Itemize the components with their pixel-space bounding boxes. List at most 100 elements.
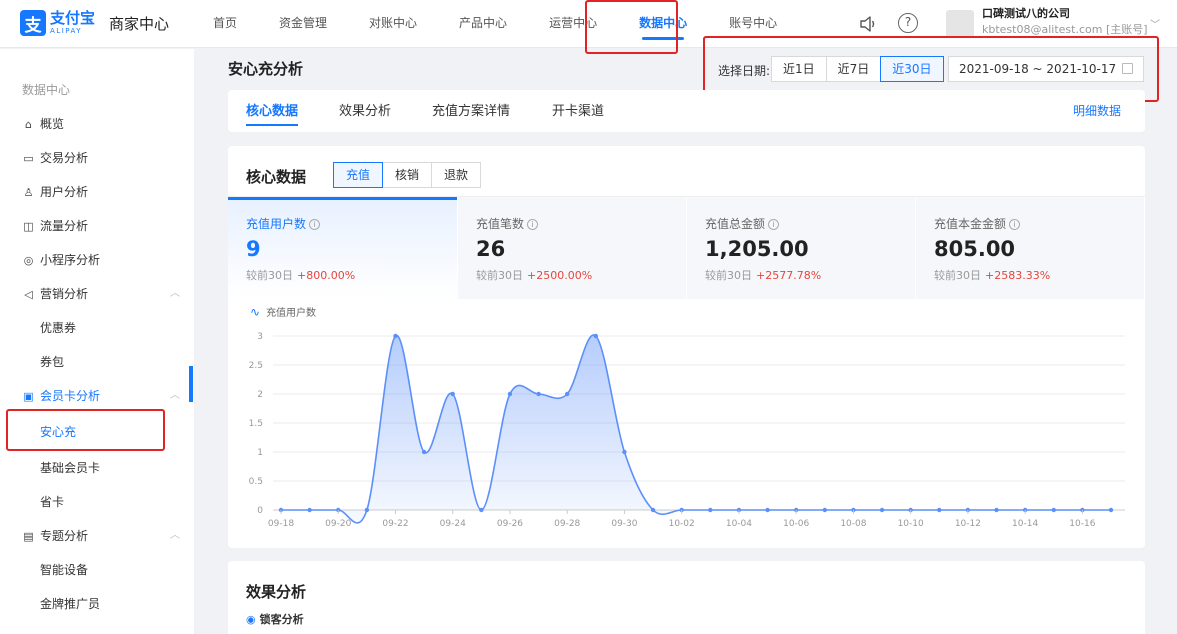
speaker-icon[interactable] xyxy=(858,14,878,34)
data-point xyxy=(937,507,942,513)
chart-icon: ◫ xyxy=(23,220,34,233)
sidebar-item-basic-card[interactable]: 基础会员卡 xyxy=(0,451,194,485)
data-point xyxy=(1108,507,1114,513)
sidebar-item-anxinchong[interactable]: 安心充 xyxy=(0,415,194,449)
info-icon[interactable]: i xyxy=(309,219,321,230)
data-point xyxy=(1051,507,1056,513)
nav-home[interactable]: 首页 xyxy=(200,0,250,48)
sidebar-item-membership[interactable]: ▣ 会员卡分析 ︿ xyxy=(0,379,194,413)
card-icon: ▣ xyxy=(23,390,34,403)
sidebar-item-devices[interactable]: 智能设备 xyxy=(0,553,194,587)
nav-reconcile[interactable]: 对账中心 xyxy=(356,0,430,48)
retention-analysis-title: ◉ 锁客分析 xyxy=(246,613,304,626)
nav-funds[interactable]: 资金管理 xyxy=(266,0,340,48)
date-range-presets: 近1日 近7日 近30日 xyxy=(771,56,944,82)
brand-name: 支付宝 xyxy=(50,9,96,27)
x-tick-label: 09-28 xyxy=(554,519,580,529)
help-icon[interactable]: ? xyxy=(898,13,918,33)
y-tick-label: 1 xyxy=(257,448,263,458)
preset-7d-button[interactable]: 近7日 xyxy=(825,56,882,82)
preset-1d-button[interactable]: 近1日 xyxy=(771,56,827,82)
x-tick-label: 10-08 xyxy=(840,519,866,529)
data-point xyxy=(765,507,770,513)
sidebar-item-overview[interactable]: ⌂ 概览 xyxy=(0,107,194,141)
nav-account[interactable]: 账号中心 xyxy=(716,0,790,48)
detail-data-link[interactable]: 明细数据 xyxy=(1073,102,1121,119)
tab-core-data[interactable]: 核心数据 xyxy=(246,100,299,126)
metric-value: 1,205.00 xyxy=(705,237,809,261)
sidebar-item-trade[interactable]: ▭ 交易分析 xyxy=(0,141,194,175)
x-tick-label: 10-16 xyxy=(1069,519,1095,529)
date-range-value: 2021-09-18 ~ 2021-10-17 xyxy=(959,62,1117,76)
x-tick-label: 09-24 xyxy=(440,519,466,529)
tab-effect-analysis[interactable]: 效果分析 xyxy=(339,100,391,119)
metric-value: 26 xyxy=(476,237,506,261)
chevron-down-icon[interactable]: ﹀ xyxy=(1150,16,1160,31)
data-point xyxy=(421,449,427,455)
avatar[interactable] xyxy=(946,10,974,38)
megaphone-icon: ◁ xyxy=(24,288,33,301)
core-data-title: 核心数据 xyxy=(246,168,307,186)
data-point xyxy=(364,507,370,513)
data-point xyxy=(479,507,484,513)
sidebar-item-coupons[interactable]: 优惠券 xyxy=(0,311,194,345)
sidebar-item-topics[interactable]: ▤ 专题分析 ︿ xyxy=(0,519,194,553)
sidebar-item-miniapp[interactable]: ◎ 小程序分析 xyxy=(0,243,194,277)
top-bar: 支 支付宝 ALIPAY 商家中心 首页 资金管理 对账中心 产品中心 运营中心… xyxy=(0,0,1177,48)
chevron-up-icon: ︿ xyxy=(170,288,180,299)
sidebar-title: 数据中心 xyxy=(22,83,71,97)
alipay-logo[interactable]: 支 支付宝 ALIPAY 商家中心 xyxy=(20,10,169,36)
x-tick-label: 10-02 xyxy=(669,519,695,529)
x-tick-label: 09-20 xyxy=(325,519,351,529)
tab-recharge-plans[interactable]: 充值方案详情 xyxy=(432,100,510,119)
account-email: kbtest08@alitest.com [主账号] xyxy=(982,23,1148,36)
date-filter-label: 选择日期: xyxy=(718,64,771,78)
data-point xyxy=(536,391,541,397)
monitor-icon: ▭ xyxy=(23,152,34,165)
sidebar-item-users[interactable]: ♙ 用户分析 xyxy=(0,175,194,209)
effect-analysis-card: 效果分析 ◉ 锁客分析 xyxy=(228,561,1145,634)
sidebar: 数据中心 ⌂ 概览 ▭ 交易分析 ♙ 用户分析 ◫ 流量分析 ◎ 小程序分析 ◁ 营销分析 ︿… xyxy=(0,49,194,634)
x-tick-label: 10-06 xyxy=(783,519,809,529)
segment-recharge[interactable]: 充值 xyxy=(333,162,384,188)
info-icon[interactable]: i xyxy=(768,219,780,230)
data-point xyxy=(307,507,312,513)
data-point xyxy=(393,333,398,339)
data-point xyxy=(994,507,999,513)
x-tick-label: 10-14 xyxy=(1012,519,1038,529)
tab-card-channels[interactable]: 开卡渠道 xyxy=(552,100,604,119)
main-nav: 首页 资金管理 对账中心 产品中心 运营中心 数据中心 账号中心 xyxy=(200,0,806,48)
data-point xyxy=(879,507,885,513)
sidebar-item-save-card[interactable]: 省卡 xyxy=(0,485,194,519)
info-icon[interactable]: i xyxy=(527,219,539,230)
lock-customer-icon: ◉ xyxy=(246,613,256,626)
metric-value: 9 xyxy=(246,237,261,261)
y-tick-label: 0.5 xyxy=(249,477,263,487)
sidebar-item-coupon-pack[interactable]: 券包 xyxy=(0,345,194,379)
data-point xyxy=(708,507,713,513)
metric-recharge-users[interactable]: 充值用户数 i 9 较前30日 +800.00% xyxy=(228,197,457,299)
account-info[interactable]: 口碑测试八的公司 kbtest08@alitest.com [主账号] xyxy=(982,6,1162,38)
metric-recharge-count[interactable]: 充值笔数 i 26 较前30日 +2500.00% xyxy=(457,197,686,299)
nav-products[interactable]: 产品中心 xyxy=(446,0,520,48)
x-tick-label: 09-26 xyxy=(497,519,523,529)
segment-refund[interactable]: 退款 xyxy=(431,162,482,188)
metric-change: +2583.33% xyxy=(985,269,1051,282)
data-point xyxy=(622,449,627,455)
nav-operations[interactable]: 运营中心 xyxy=(536,0,610,48)
sidebar-item-traffic[interactable]: ◫ 流量分析 xyxy=(0,209,194,243)
date-range-picker[interactable]: 2021-09-18 ~ 2021-10-17 xyxy=(948,56,1144,82)
preset-30d-button[interactable]: 近30日 xyxy=(880,56,944,82)
metric-recharge-total[interactable]: 充值总金额 i 1,205.00 较前30日 +2577.78% xyxy=(686,197,915,299)
y-tick-label: 2.5 xyxy=(249,361,263,371)
x-tick-label: 10-04 xyxy=(726,519,752,529)
info-icon[interactable]: i xyxy=(1009,219,1021,230)
segment-redeem[interactable]: 核销 xyxy=(382,162,433,188)
y-tick-label: 2 xyxy=(257,390,263,400)
recharge-users-chart: 0 0.5 1 1.5 2 2.5 3 09-18 09-20 09-22 09-24 09-26 09… xyxy=(249,332,1125,529)
sidebar-item-marketing[interactable]: ◁ 营销分析 ︿ xyxy=(0,277,194,311)
sidebar-item-promoters[interactable]: 金牌推广员 xyxy=(0,587,194,621)
nav-data-center[interactable]: 数据中心 xyxy=(626,0,700,48)
home-icon: ⌂ xyxy=(25,118,32,131)
metric-recharge-principal[interactable]: 充值本金金额 i 805.00 较前30日 +2583.33% xyxy=(915,197,1144,299)
